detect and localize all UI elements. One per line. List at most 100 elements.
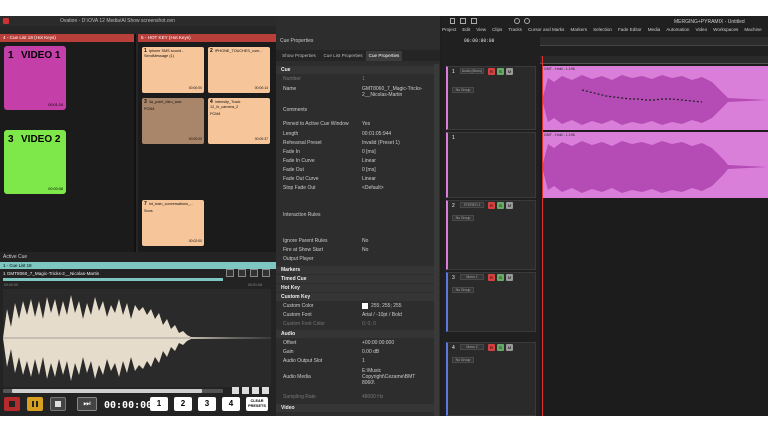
solo-button[interactable]: S [497, 68, 504, 75]
section-hot-key[interactable]: Hot Key [276, 284, 434, 292]
menu-video[interactable]: Video [695, 27, 707, 32]
section-custom-key[interactable]: Custom Key [276, 293, 434, 301]
record-button[interactable]: R [488, 68, 495, 75]
section-audio[interactable]: Audio [276, 330, 434, 338]
tab-show-properties[interactable]: Show Properties [278, 51, 320, 61]
track-group[interactable]: No Group [452, 287, 474, 293]
preset-button-1[interactable]: 1 [150, 397, 168, 411]
track-group[interactable]: No Group [452, 357, 474, 363]
tab-cue-properties[interactable]: Cue Properties [366, 51, 402, 61]
grid-view-icon[interactable] [242, 387, 249, 394]
new-icon[interactable] [450, 18, 455, 24]
track-header-1[interactable]: 1 Audio (Mono) R S M No Group [446, 66, 536, 130]
track-name[interactable]: STEREO 2 [460, 202, 484, 208]
menu-tracks[interactable]: Tracks [508, 27, 522, 32]
hotkey-button-7[interactable]: 7 Int_train_conversations_... Sons 00:02:… [142, 200, 204, 246]
cue-button-video-1[interactable]: 1 VIDEO 1 00:01:24 [4, 46, 66, 110]
track-name[interactable]: Audio (Mono) [460, 68, 484, 74]
next-cue-button[interactable]: ⏭ [77, 397, 97, 411]
menu-clips[interactable]: Clips [492, 27, 502, 32]
mute-button[interactable]: M [506, 202, 513, 209]
section-markers[interactable]: Markers [276, 266, 434, 274]
prop-row-audio-media[interactable]: Audio Media E:\Music Copyright\Cezame\BMT… [276, 368, 434, 388]
menu-media[interactable]: Media [648, 27, 661, 32]
cue-option-icon[interactable] [226, 269, 234, 277]
active-cue-name: 1 GMT8060_7_Magic-Tricks-2__Nicolas-Mart… [3, 271, 100, 276]
track-header-4[interactable]: 4 Mono 2 R S M No Group [446, 342, 536, 416]
hotkey-button-3[interactable]: 3 3a_point_bleu_wav PCM4 00:00:00 [142, 98, 204, 144]
record-button[interactable]: R [488, 344, 495, 351]
menu-workspaces[interactable]: Workspaces [713, 27, 738, 32]
clip-waveform [542, 75, 768, 125]
timeline-ruler[interactable] [540, 56, 768, 64]
cue-option-icon[interactable] [262, 269, 270, 277]
menu-selection[interactable]: Selection [593, 27, 612, 32]
pyramix-toolbar [442, 16, 532, 26]
grid-view-icon[interactable] [232, 387, 239, 394]
props-scrollbar[interactable] [434, 64, 439, 416]
section-cue[interactable]: Cue [276, 66, 434, 74]
mute-button[interactable]: M [506, 274, 513, 281]
record-button[interactable]: R [488, 202, 495, 209]
section-timed-cue[interactable]: Timed Cue [276, 275, 434, 283]
stop-button[interactable] [50, 397, 66, 411]
clip-label: GMT - Hold - 1.196 [544, 133, 575, 137]
tab-cue-list-properties[interactable]: Cue List Properties [321, 51, 365, 61]
track-group[interactable]: No Group [452, 87, 474, 93]
playhead[interactable] [542, 56, 543, 416]
cue-duration: 00:00:08 [48, 187, 63, 191]
clear-presets-button[interactable]: CLEAR PRESETS [246, 397, 268, 411]
stop-all-button[interactable] [4, 397, 20, 411]
zoom-in-icon[interactable] [514, 18, 520, 24]
pyramix-title: MERGING+PYRAMIX - Untitled [674, 19, 745, 25]
hotkey-duration: 00:02:00 [188, 239, 202, 243]
menu-edit[interactable]: Edit [462, 27, 470, 32]
active-cue-waveform[interactable] [3, 289, 271, 387]
menu-automation[interactable]: Automation [666, 27, 689, 32]
menu-machine[interactable]: Machine [744, 27, 761, 32]
solo-button[interactable]: S [497, 202, 504, 209]
open-icon[interactable] [460, 18, 466, 24]
audio-clip-bottom[interactable]: GMT - Hold - 1.196 [542, 132, 768, 198]
menu-cursor-marks[interactable]: Cursor and Marks [528, 27, 565, 32]
hotkey-button-2[interactable]: 2 IPHONE_TOUCHES_com... 00:00:14 [208, 47, 270, 93]
track-header-1b[interactable]: 1 [446, 132, 536, 198]
track-number: 1 [452, 69, 455, 75]
menu-markers[interactable]: Markers [570, 27, 587, 32]
pause-button[interactable] [27, 397, 43, 411]
audio-clip-top[interactable]: GMT - Hold - 1.196 [542, 66, 768, 130]
preset-button-4[interactable]: 4 [222, 397, 240, 411]
track-number: 4 [452, 345, 455, 351]
solo-button[interactable]: S [497, 274, 504, 281]
section-video[interactable]: Video [276, 404, 434, 412]
mute-button[interactable]: M [506, 344, 513, 351]
track-number: 3 [452, 275, 455, 281]
clip-waveform [542, 141, 768, 193]
record-button[interactable]: R [488, 274, 495, 281]
hotkey-button-1[interactable]: 1 Iphone SMS sound - SendMessage (1) 00:0… [142, 47, 204, 93]
prop-row-name[interactable]: Name GMT8060_7_Magic-Tricks-2__Nicolas-Ma… [276, 86, 434, 98]
mute-button[interactable]: M [506, 68, 513, 75]
grid-view-icon[interactable] [252, 387, 259, 394]
track-name[interactable]: Mono 2 [460, 344, 484, 350]
menu-fade-editor[interactable]: Fade Editor [618, 27, 642, 32]
grid-view-icon[interactable] [262, 387, 269, 394]
zoom-out-icon[interactable] [524, 18, 530, 24]
track-group[interactable]: No Group [452, 215, 474, 221]
pyramix-timecode: 00:00:00:00 [464, 39, 495, 44]
preset-button-3[interactable]: 3 [198, 397, 216, 411]
cue-option-icon[interactable] [238, 269, 246, 277]
menu-view[interactable]: View [476, 27, 486, 32]
preset-button-2[interactable]: 2 [174, 397, 192, 411]
waveform-scroll-thumb[interactable] [12, 389, 202, 393]
cue-button-video-2[interactable]: 3 VIDEO 2 00:00:08 [4, 130, 66, 194]
cue-option-icon[interactable] [250, 269, 258, 277]
solo-button[interactable]: S [497, 344, 504, 351]
cue-number: 3 [8, 134, 14, 145]
track-name[interactable]: Mono 1 [460, 274, 484, 280]
save-icon[interactable] [471, 18, 477, 24]
track-header-2[interactable]: 2 STEREO 2 R S M No Group [446, 200, 536, 270]
hotkey-button-4[interactable]: 4 Intensity_Track 12_fx_camera_2 PCM4 00:… [208, 98, 270, 144]
track-header-3[interactable]: 3 Mono 1 R S M No Group [446, 272, 536, 332]
menu-project[interactable]: Project [442, 27, 456, 32]
